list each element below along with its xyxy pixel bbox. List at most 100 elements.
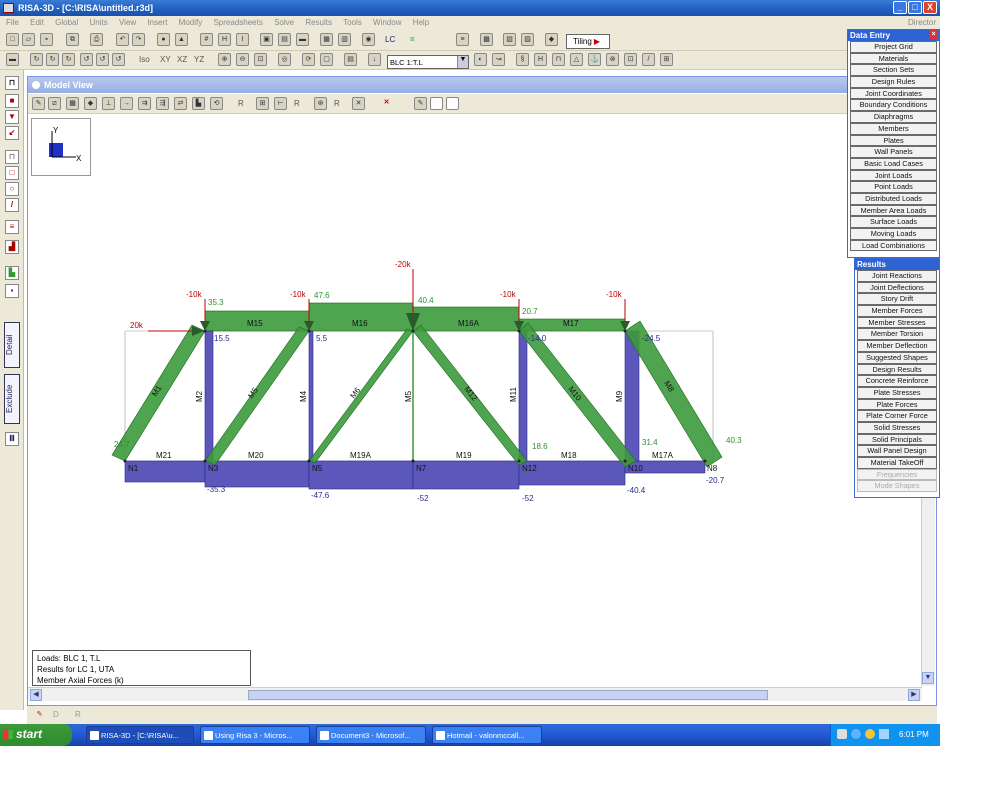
- close-button[interactable]: X: [923, 1, 937, 14]
- results-design-results[interactable]: Design Results: [857, 363, 937, 376]
- full-view-icon[interactable]: ◎: [278, 53, 291, 66]
- member-m6-force[interactable]: [308, 328, 414, 464]
- menu-global[interactable]: Global: [55, 18, 78, 27]
- member-icon[interactable]: §: [516, 53, 529, 66]
- boundary-icon[interactable]: ▲: [175, 33, 188, 46]
- security-icon[interactable]: [865, 729, 875, 739]
- render-icon[interactable]: ▣: [260, 33, 273, 46]
- data-entry-section-sets[interactable]: Section Sets: [850, 64, 937, 77]
- results-wall-panel-design[interactable]: Wall Panel Design: [857, 445, 937, 457]
- data-entry-project-grid[interactable]: Project Grid: [850, 41, 937, 53]
- solve-icon[interactable]: ◉: [362, 33, 375, 46]
- columns-icon[interactable]: ▥: [338, 33, 351, 46]
- data-entry-design-rules[interactable]: Design Rules: [850, 76, 937, 88]
- triangle-icon[interactable]: △: [570, 53, 583, 66]
- circle-icon[interactable]: ○: [5, 182, 19, 196]
- data-entry-diaphragms[interactable]: Diaphragms: [850, 111, 937, 123]
- menu-window[interactable]: Window: [373, 18, 401, 27]
- open-folder-icon[interactable]: ▱: [22, 33, 35, 46]
- save-icon[interactable]: ▪: [40, 33, 53, 46]
- data-entry-wall-panels[interactable]: Wall Panels: [850, 146, 937, 158]
- graph-icon[interactable]: ▙: [5, 266, 19, 280]
- results-member-torsion[interactable]: Member Torsion: [857, 328, 937, 341]
- menu-help[interactable]: Help: [413, 18, 429, 27]
- zoom-out-icon[interactable]: ⊖: [236, 53, 249, 66]
- results-icon[interactable]: ▩: [480, 33, 493, 46]
- release-icon[interactable]: ↙: [5, 126, 19, 140]
- shape-icon[interactable]: I: [236, 33, 249, 46]
- copy-icon[interactable]: ⧉: [66, 33, 79, 46]
- data-entry-point-loads[interactable]: Point Loads: [850, 181, 937, 193]
- results-joint-deflections[interactable]: Joint Deflections: [857, 281, 937, 294]
- volume-icon[interactable]: [879, 729, 889, 739]
- data-entry-materials[interactable]: Materials: [850, 52, 937, 65]
- task-hotmail[interactable]: Hotmail - valonmccall...: [432, 726, 542, 744]
- data-entry-load-combinations[interactable]: Load Combinations: [850, 239, 937, 252]
- report-icon[interactable]: ≡: [456, 33, 469, 46]
- section-icon[interactable]: H: [218, 33, 231, 46]
- spreadsheet-icon[interactable]: ▦: [320, 33, 333, 46]
- plot-options-icon[interactable]: ▤: [344, 53, 357, 66]
- data-entry-surface-loads[interactable]: Surface Loads: [850, 216, 937, 228]
- select-frame-icon[interactable]: ⊓: [5, 150, 19, 164]
- results-concrete-reinforcement[interactable]: Concrete Reinforce: [857, 375, 937, 387]
- fixity-icon[interactable]: ▼: [5, 110, 19, 124]
- rotate-neg-z-icon[interactable]: ↺: [112, 53, 125, 66]
- rotate-neg-y-icon[interactable]: ↺: [96, 53, 109, 66]
- results-material-takeoff[interactable]: Material TakeOff: [857, 457, 937, 469]
- list-icon[interactable]: ≡: [5, 220, 19, 234]
- menu-view[interactable]: View: [119, 18, 136, 27]
- task-risa[interactable]: RISA-3D - [C:\RISA\u...: [86, 726, 194, 744]
- menu-results[interactable]: Results: [305, 18, 332, 27]
- data-entry-basic-load-cases[interactable]: Basic Load Cases: [850, 157, 937, 170]
- detail-tab[interactable]: Detail: [4, 322, 20, 368]
- menu-director[interactable]: Director: [908, 18, 936, 27]
- menu-solve[interactable]: Solve: [274, 18, 294, 27]
- load-arrow-icon[interactable]: ↓: [368, 53, 381, 66]
- minimize-button[interactable]: _: [893, 1, 907, 14]
- eraser-icon[interactable]: ◆: [545, 33, 558, 46]
- monitor-icon[interactable]: ▬: [296, 33, 309, 46]
- results-solid-stresses[interactable]: Solid Stresses: [857, 421, 937, 434]
- data-entry-plates[interactable]: Plates: [850, 134, 937, 147]
- rotate-z-icon[interactable]: ↻: [62, 53, 75, 66]
- grid-icon[interactable]: #: [200, 33, 213, 46]
- animate-icon[interactable]: ◐: [474, 53, 487, 66]
- draw-line-icon[interactable]: /: [642, 53, 655, 66]
- lock-icon[interactable]: ▪: [5, 284, 19, 298]
- globe-icon[interactable]: ●: [157, 33, 170, 46]
- equals-icon[interactable]: =: [410, 33, 415, 46]
- menu-spreadsheets[interactable]: Spreadsheets: [213, 18, 262, 27]
- results-member-forces[interactable]: Member Forces: [857, 305, 937, 317]
- results-solid-principals[interactable]: Solid Principals: [857, 433, 937, 446]
- close-icon[interactable]: ×: [929, 30, 938, 39]
- horizontal-scrollbar[interactable]: ◀ ▶: [28, 687, 922, 701]
- member-m20-force[interactable]: [204, 460, 310, 488]
- results-plate-stresses[interactable]: Plate Stresses: [857, 386, 937, 399]
- table-icon[interactable]: ▨: [521, 33, 534, 46]
- load-combination-icon[interactable]: LC: [385, 33, 395, 46]
- results-member-deflection[interactable]: Member Deflection: [857, 340, 937, 352]
- zoom-window-icon[interactable]: ⊡: [254, 53, 267, 66]
- results-plate-forces[interactable]: Plate Forces: [857, 398, 937, 411]
- view-yz-button[interactable]: YZ: [194, 53, 204, 66]
- scroll-down-icon[interactable]: ▼: [922, 672, 934, 684]
- results-story-drift[interactable]: Story Drift: [857, 293, 937, 306]
- maximize-button[interactable]: □: [908, 1, 922, 14]
- new-file-icon[interactable]: □: [6, 33, 19, 46]
- menu-file[interactable]: File: [6, 18, 19, 27]
- deflect-icon[interactable]: ↝: [492, 53, 505, 66]
- view-iso-button[interactable]: Iso: [139, 53, 150, 66]
- data-entry-joint-loads[interactable]: Joint Loads: [850, 169, 937, 182]
- zoom-in-icon[interactable]: ⊕: [218, 53, 231, 66]
- task-word-using-risa[interactable]: Using Risa 3 - Micros...: [200, 726, 310, 744]
- menu-modify[interactable]: Modify: [179, 18, 203, 27]
- data-entry-joint-coordinates[interactable]: Joint Coordinates: [850, 87, 937, 100]
- results-plate-corner-forces[interactable]: Plate Corner Force: [857, 410, 937, 422]
- data-entry-moving-loads[interactable]: Moving Loads: [850, 228, 937, 240]
- member-m19a-force[interactable]: [308, 460, 414, 490]
- task-word-document3[interactable]: Document3 - Microsof...: [316, 726, 426, 744]
- wall-icon[interactable]: H: [534, 53, 547, 66]
- box-icon[interactable]: □: [5, 166, 19, 180]
- undo-icon[interactable]: ↶: [116, 33, 129, 46]
